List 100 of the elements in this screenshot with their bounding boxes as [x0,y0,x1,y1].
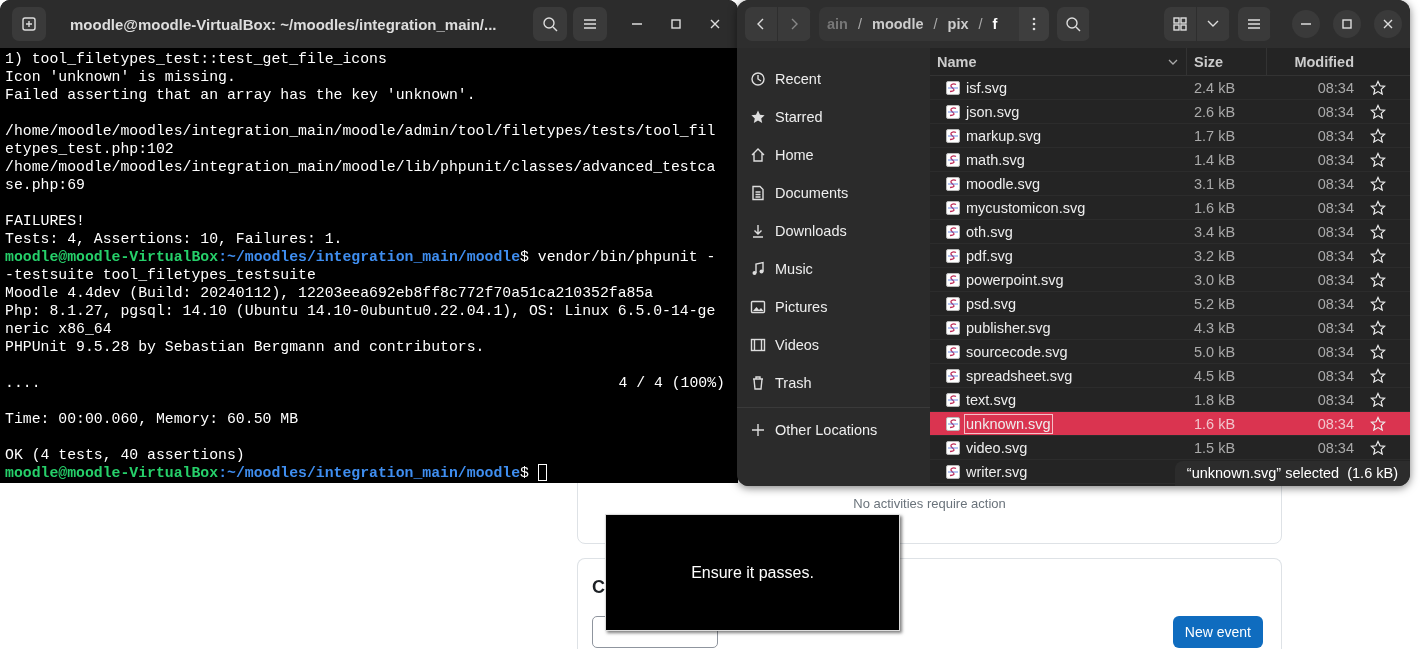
sidebar-item[interactable]: Pictures [737,288,930,326]
empty-notice: No activities require action [853,496,1006,513]
document-icon [750,185,766,201]
maximize-icon [1341,18,1353,30]
path-separator: / [933,16,938,32]
prompt-user: moodle@moodle-VirtualBox [5,248,219,266]
prompt-user: moodle@moodle-VirtualBox [5,464,219,482]
file-name: sourcecode.svg [966,343,1068,360]
sidebar-item[interactable]: Documents [737,174,930,212]
path-crumb[interactable]: pix [947,16,969,32]
path-crumb[interactable]: f [992,16,998,32]
file-size: 3.4 kB [1193,223,1237,240]
file-row[interactable]: unknown.svg 1.6 kB 08:34 [930,412,1410,436]
sidebar-label: Recent [775,71,821,87]
file-icon [945,103,961,120]
sidebar-item[interactable]: Other Locations [737,411,930,449]
prompt-path: :~/moodles/integration_main/moodle [218,464,521,482]
star-icon[interactable] [1370,151,1386,168]
file-row[interactable]: psd.svg 5.2 kB 08:34 [930,292,1410,316]
terminal-line: OK (4 tests, 40 assertions) [5,446,246,464]
close-icon [709,18,721,30]
star-icon[interactable] [1370,103,1386,120]
terminal-line: Icon 'unknown' is missing. [5,68,237,86]
file-name: markup.svg [966,127,1041,144]
menu-button[interactable] [573,7,607,41]
file-name: isf.svg [966,79,1008,96]
star-icon[interactable] [1370,391,1386,408]
sidebar-item[interactable]: Music [737,250,930,288]
file-modified: 08:34 [1316,367,1355,384]
maximize-button[interactable] [1333,10,1361,38]
file-row[interactable]: sourcecode.svg 5.0 kB 08:34 [930,340,1410,364]
star-icon[interactable] [1370,127,1386,144]
star-icon[interactable] [1370,199,1386,216]
file-row[interactable]: video.svg 1.5 kB 08:34 [930,436,1410,460]
file-row[interactable]: isf.svg 2.4 kB 08:34 [930,76,1410,100]
sidebar-item[interactable]: Recent [737,60,930,98]
star-icon[interactable] [1370,439,1386,456]
search-icon [1065,16,1081,32]
file-row[interactable]: moodle.svg 3.1 kB 08:34 [930,172,1410,196]
file-row[interactable]: powerpoint.svg 3.0 kB 08:34 [930,268,1410,292]
terminal-line: FAILURES! [5,212,86,230]
new-event-button[interactable]: New event [1172,616,1263,648]
file-size: 3.1 kB [1193,175,1237,192]
file-modified: 08:34 [1316,199,1355,216]
file-modified: 08:34 [1316,343,1355,360]
star-icon[interactable] [1370,415,1386,432]
file-row[interactable]: publisher.svg 4.3 kB 08:34 [930,316,1410,340]
star-icon[interactable] [1370,295,1386,312]
file-modified: 08:34 [1316,319,1355,336]
file-name: text.svg [966,391,1016,408]
file-row[interactable]: math.svg 1.4 kB 08:34 [930,148,1410,172]
star-icon[interactable] [1370,343,1386,360]
music-note-icon [750,261,766,277]
star-icon[interactable] [1370,319,1386,336]
star-icon[interactable] [1370,175,1386,192]
column-header[interactable]: Size [1194,53,1223,70]
terminal-line: .... [5,374,41,392]
file-row[interactable]: spreadsheet.svg 4.5 kB 08:34 [930,364,1410,388]
sort-caret-icon [1168,58,1178,65]
star-icon[interactable] [1370,223,1386,240]
file-icon [945,391,961,408]
star-icon[interactable] [1370,247,1386,264]
sidebar-label: Videos [775,337,820,353]
grid-icon [1173,17,1187,31]
file-size: 1.8 kB [1193,391,1237,408]
sidebar-item[interactable]: Home [737,136,930,174]
sidebar-item[interactable]: Videos [737,326,930,364]
sidebar-item[interactable]: Starred [737,98,930,136]
file-size: 1.4 kB [1193,151,1237,168]
card-heading: C [592,577,606,598]
minimize-button[interactable] [1292,10,1320,38]
sidebar-item[interactable]: Trash [737,364,930,402]
search-button[interactable] [533,7,567,41]
new-tab-icon [21,16,37,32]
minimize-icon [632,23,642,25]
sidebar-item[interactable]: Downloads [737,212,930,250]
path-crumb[interactable]: moodle [872,16,924,32]
file-modified: 08:34 [1316,271,1355,288]
close-button[interactable] [1374,10,1402,38]
sidebar-label: Downloads [775,223,847,239]
file-modified: 08:34 [1316,103,1355,120]
star-icon[interactable] [1370,79,1386,96]
file-row[interactable]: oth.svg 3.4 kB 08:34 [930,220,1410,244]
new-tab-button[interactable] [12,7,46,41]
column-header[interactable]: Modified [1267,53,1360,70]
file-row[interactable]: json.svg 2.6 kB 08:34 [930,100,1410,124]
star-icon[interactable] [1370,271,1386,288]
star-icon[interactable] [1370,367,1386,384]
home-icon [750,147,766,163]
sidebar-label: Trash [775,375,812,391]
maximize-icon [670,18,682,30]
file-modified: 08:34 [1316,439,1355,456]
file-size: 5.2 kB [1193,295,1237,312]
file-row[interactable]: markup.svg 1.7 kB 08:34 [930,124,1410,148]
terminal-line: Moodle 4.4dev (Build: 20240112), 12203eea692eb8ff8c772f70a51ca210352fa85a [5,284,655,302]
file-icon [945,463,961,480]
column-header[interactable]: Name [937,53,977,70]
file-row[interactable]: pdf.svg 3.2 kB 08:34 [930,244,1410,268]
file-row[interactable]: mycustomicon.svg 1.6 kB 08:34 [930,196,1410,220]
file-modified: 08:34 [1316,127,1355,144]
